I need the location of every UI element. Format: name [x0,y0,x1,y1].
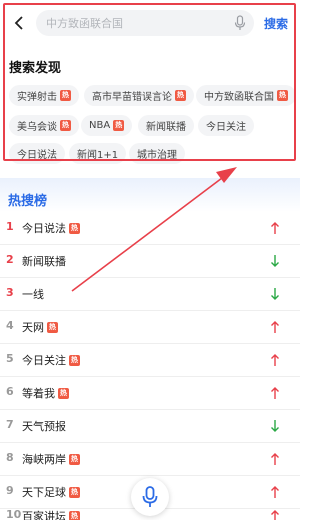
trend-up-icon [271,354,279,366]
hot-badge: 热 [47,321,58,333]
ranking-item-label: 一线 [22,288,44,301]
rank-number: 1 [6,220,14,233]
hot-badge: 热 [69,453,80,465]
ranking-item: 天气预报 [22,418,66,434]
ranking-item: 天下足球热 [22,484,80,500]
rank-number: 2 [6,253,14,266]
rank-number: 5 [6,352,14,365]
hot-badge: 热 [58,387,69,399]
search-panel: 搜索 搜索发现 实弹射击热 高市早苗错误言论热 中方致函联合国热 美乌会谈热 N… [0,0,300,178]
ranking-title: 热搜榜 [8,194,48,209]
ranking-item: 海峡两岸热 [22,451,80,467]
hot-badge: 热 [69,222,80,234]
ranking-item-label: 海峡两岸 [22,453,66,466]
ranking-item: 百家讲坛热 [22,508,80,520]
rank-number: 4 [6,319,14,332]
ranking-row[interactable]: 5 今日关注热 [0,344,300,377]
ranking-item-label: 天下足球 [22,486,66,499]
microphone-icon [142,486,158,507]
rank-number: 8 [6,451,14,464]
ranking-item: 今日关注热 [22,352,80,368]
ranking-row[interactable]: 1 今日说法热 [0,212,300,245]
rank-number: 6 [6,385,14,398]
ranking-item: 等着我热 [22,385,69,401]
ranking-item: 今日说法热 [22,220,80,236]
annotation-highlight-box [3,3,296,161]
ranking-header: 热搜榜 [0,178,300,212]
ranking-item-label: 天气预报 [22,420,66,433]
trend-down-icon [271,420,279,432]
trend-up-icon [271,453,279,465]
ranking-item-label: 新闻联播 [22,255,66,268]
ranking-item: 天网热 [22,319,58,335]
rank-number: 3 [6,286,14,299]
trend-up-icon [271,222,279,234]
ranking-item: 新闻联播 [22,253,66,269]
hot-badge: 热 [69,510,80,520]
trend-up-icon [271,486,279,498]
ranking-item-label: 百家讲坛 [22,510,66,520]
ranking-item-label: 今日关注 [22,354,66,367]
ranking-row[interactable]: 7 天气预报 [0,410,300,443]
ranking-row[interactable]: 2 新闻联播 [0,245,300,278]
ranking-row[interactable]: 8 海峡两岸热 [0,443,300,476]
ranking-row[interactable]: 6 等着我热 [0,377,300,410]
trend-up-icon [271,387,279,399]
ranking-item-label: 等着我 [22,387,55,400]
trend-down-icon [271,255,279,267]
rank-number: 9 [6,484,14,497]
hot-badge: 热 [69,354,80,366]
ranking-item: 一线 [22,286,44,302]
ranking-row[interactable]: 3 一线 [0,278,300,311]
voice-search-button[interactable] [131,478,169,516]
ranking-item-label: 天网 [22,321,44,334]
hot-badge: 热 [69,486,80,498]
trend-down-icon [271,288,279,300]
ranking-item-label: 今日说法 [22,222,66,235]
rank-number: 10 [6,508,22,520]
trend-up-icon [271,510,279,520]
ranking-row[interactable]: 4 天网热 [0,311,300,344]
rank-number: 7 [6,418,14,431]
trend-up-icon [271,321,279,333]
